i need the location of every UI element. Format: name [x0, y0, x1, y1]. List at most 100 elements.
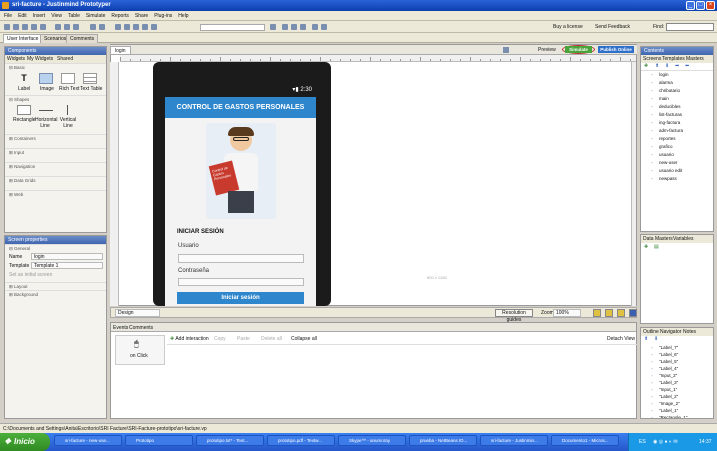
- move-up-icon[interactable]: ⬆: [655, 63, 659, 69]
- align-icon[interactable]: [99, 24, 105, 30]
- outline-item[interactable]: "Label_3": [641, 379, 713, 386]
- hand-icon[interactable]: [133, 24, 139, 30]
- detach-view-button[interactable]: Detach View: [607, 336, 635, 342]
- zoom-select[interactable]: 100%: [553, 309, 581, 317]
- mode-select[interactable]: Design: [115, 309, 160, 317]
- name-input[interactable]: login: [31, 253, 103, 260]
- screen-item[interactable]: adm-factura: [641, 127, 713, 135]
- rectangle-widget-icon[interactable]: [17, 105, 31, 115]
- tab-my-widgets[interactable]: My Widgets: [27, 56, 53, 62]
- section-web[interactable]: ⊞ Web: [5, 190, 106, 198]
- taskbar-item[interactable]: Prototipo: [125, 435, 193, 446]
- horizontal-line-widget-icon[interactable]: [39, 110, 53, 111]
- simulate-button[interactable]: Simulate: [565, 46, 592, 53]
- font-size-icon[interactable]: [270, 24, 276, 30]
- preview-button[interactable]: Preview: [538, 47, 556, 53]
- copy-button[interactable]: Copy: [214, 336, 226, 342]
- screen-item[interactable]: main: [641, 95, 713, 103]
- taskbar-item[interactable]: sri-facture - new-use...: [54, 435, 122, 446]
- snap-icon[interactable]: [605, 309, 613, 317]
- screen-item[interactable]: new-user: [641, 159, 713, 167]
- vertical-line-widget-icon[interactable]: [67, 105, 68, 115]
- screen-item[interactable]: grafico: [641, 143, 713, 151]
- initial-screen-checkbox[interactable]: Set as initial screen: [9, 272, 52, 278]
- tab-screens[interactable]: Screens: [643, 56, 661, 62]
- outline-item[interactable]: "Image_2": [641, 400, 713, 407]
- tab-variables[interactable]: Variables: [673, 236, 693, 242]
- screen-item[interactable]: ing-factura: [641, 119, 713, 127]
- pencil-icon[interactable]: [151, 24, 157, 30]
- paste-button[interactable]: Paste: [237, 336, 250, 342]
- redo-icon[interactable]: [40, 24, 46, 30]
- close-button[interactable]: ×: [706, 1, 715, 10]
- section-navigation[interactable]: ⊞ Navigation: [5, 162, 106, 170]
- collapse-all-button[interactable]: Collapse all: [291, 336, 317, 342]
- screen-item[interactable]: deducibles: [641, 103, 713, 111]
- tab-outline[interactable]: Outline: [643, 329, 659, 335]
- login-button[interactable]: Iniciar sesión: [177, 292, 304, 304]
- section-background[interactable]: ⊞ Background: [5, 290, 106, 298]
- screen-item[interactable]: usuario edit: [641, 167, 713, 175]
- section-containers[interactable]: ⊞ Containers: [5, 134, 106, 142]
- menu-table[interactable]: Table: [68, 11, 80, 20]
- align-icon[interactable]: [90, 24, 96, 30]
- outline-item[interactable]: "Input_2": [641, 372, 713, 379]
- tab-event-comments[interactable]: Comments: [129, 325, 153, 331]
- text-table-widget-icon[interactable]: [83, 73, 97, 84]
- menu-simulate[interactable]: Simulate: [86, 11, 105, 20]
- screen-item[interactable]: list-facturas: [641, 111, 713, 119]
- outline-item[interactable]: "Input_1": [641, 386, 713, 393]
- buy-license-link[interactable]: Buy a license: [553, 24, 583, 30]
- outline-item[interactable]: "Label_2": [641, 393, 713, 400]
- paste-icon[interactable]: [73, 24, 79, 30]
- italic-icon[interactable]: [291, 24, 297, 30]
- menu-insert[interactable]: Insert: [33, 11, 46, 20]
- open-icon[interactable]: [13, 24, 19, 30]
- on-click-event[interactable]: 🖱 on Click: [115, 335, 165, 365]
- tab-notes[interactable]: Notes: [683, 329, 696, 335]
- start-button[interactable]: ❖ Inicio: [0, 433, 50, 451]
- tab-user-interface[interactable]: User Interface: [3, 34, 43, 43]
- new-icon[interactable]: [4, 24, 10, 30]
- taskbar-item[interactable]: Documento1 - Micros...: [551, 435, 619, 446]
- menu-reports[interactable]: Reports: [111, 11, 129, 20]
- menu-view[interactable]: View: [51, 11, 62, 20]
- label-widget-icon[interactable]: T: [17, 73, 31, 84]
- tab-navigator[interactable]: Navigator: [660, 329, 681, 335]
- user-input[interactable]: [178, 254, 304, 263]
- screen-item[interactable]: alarma: [641, 79, 713, 87]
- add-interaction-button[interactable]: ✚ Add interaction: [170, 336, 209, 342]
- section-input[interactable]: ⊞ Input: [5, 148, 106, 156]
- move-up-icon[interactable]: ⬆: [644, 336, 648, 342]
- font-select[interactable]: [200, 24, 265, 31]
- taskbar-item[interactable]: prototipo.pdf - Textw...: [267, 435, 335, 446]
- underline-icon[interactable]: [300, 24, 306, 30]
- tab-data-masters[interactable]: Data Masters: [643, 236, 673, 242]
- taskbar-item[interactable]: prueba - NetBeans ID...: [409, 435, 477, 446]
- add-screen-icon[interactable]: ✚: [644, 63, 648, 69]
- section-general[interactable]: ⊟ General: [5, 244, 106, 252]
- tab-templates[interactable]: Templates: [662, 56, 685, 62]
- screen-item[interactable]: newpass: [641, 175, 713, 183]
- cut-icon[interactable]: [55, 24, 61, 30]
- screen-size-icon[interactable]: [503, 47, 509, 53]
- outline-item[interactable]: "Label_7": [641, 344, 713, 351]
- screen-item[interactable]: usuario: [641, 151, 713, 159]
- link-icon[interactable]: [124, 24, 130, 30]
- tab-comments[interactable]: Comments: [66, 34, 99, 43]
- grid-icon[interactable]: [593, 309, 601, 317]
- guides-icon[interactable]: [617, 309, 625, 317]
- menu-file[interactable]: File: [4, 11, 12, 20]
- taskbar-item[interactable]: sri-facture - Justinmin...: [480, 435, 548, 446]
- outline-item[interactable]: "Rectangle_1": [641, 414, 713, 418]
- section-shapes[interactable]: ⊟ Shapes: [5, 95, 106, 103]
- password-input[interactable]: [178, 278, 304, 286]
- menu-edit[interactable]: Edit: [18, 11, 27, 20]
- template-select[interactable]: Template 1: [31, 262, 103, 269]
- menu-plug-ins[interactable]: Plug-ins: [154, 11, 172, 20]
- move-down-icon[interactable]: ⬇: [654, 336, 658, 342]
- taskbar-item[interactable]: Skype™ - anumoray: [338, 435, 406, 446]
- section-data-grids[interactable]: ⊞ Data Grids: [5, 176, 106, 184]
- language-indicator[interactable]: ES: [639, 433, 646, 451]
- rich-text-widget-icon[interactable]: [61, 73, 75, 84]
